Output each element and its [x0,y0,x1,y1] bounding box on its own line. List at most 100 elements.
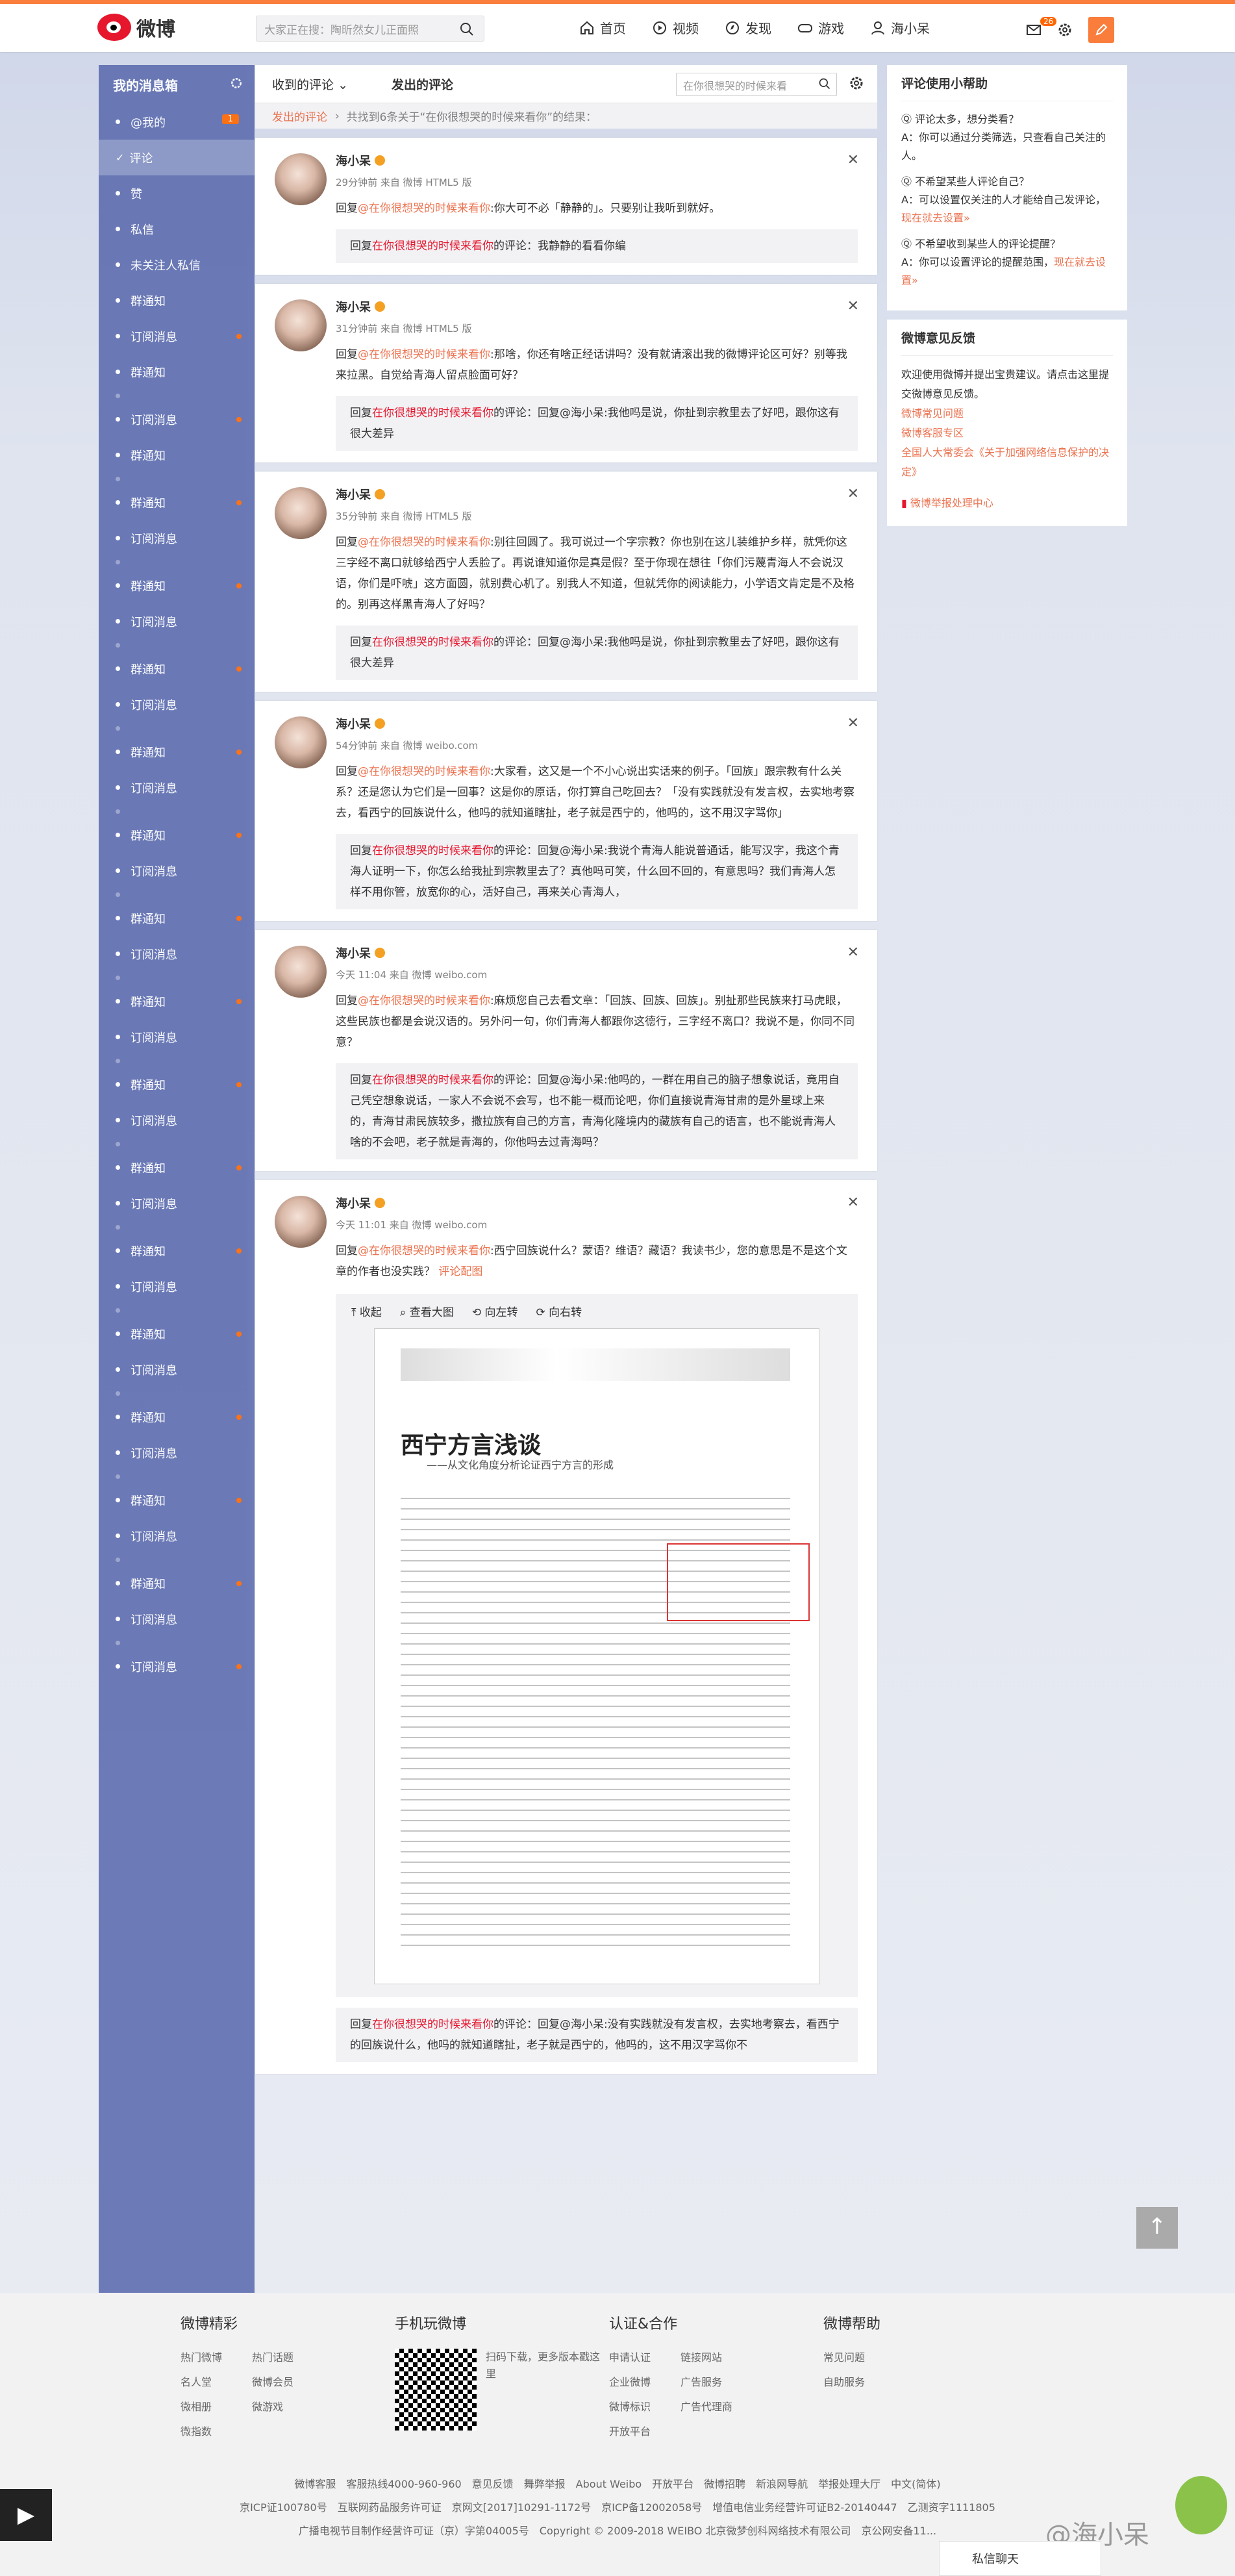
image-tool-3[interactable]: ⟳ 向右转 [536,1303,582,1319]
sidebar-item[interactable]: 群通知 [99,568,255,603]
sidebar-item[interactable]: 私信 [99,211,255,247]
chat-button[interactable]: 私信聊天 [939,2541,1101,2576]
sidebar-item[interactable]: 群通知 [99,1399,255,1435]
sidebar-item[interactable]: 未关注人私信 [99,247,255,283]
footer-link[interactable]: 企业微博 [609,2373,680,2389]
sidebar-item[interactable]: 订阅消息 [99,1019,255,1055]
quote-user-link[interactable]: 在你很想哭的时候来看你 [372,2018,493,2031]
user-name[interactable]: 海小呆 [336,1194,858,1211]
sidebar-item[interactable]: 订阅消息 [99,853,255,889]
user-name[interactable]: 海小呆 [336,298,858,315]
avatar[interactable] [275,487,327,539]
footer-link[interactable]: 开放平台 [609,2423,680,2438]
avatar[interactable] [275,1196,327,1248]
sidebar-item[interactable]: 评论 [99,140,255,175]
mention-link[interactable]: @在你很想哭的时候来看你 [358,348,490,361]
sidebar-item[interactable]: 群通知 [99,1150,255,1185]
sidebar-item[interactable]: 订阅消息 [99,1102,255,1138]
sidebar-item[interactable]: 群通知 [99,283,255,318]
sidebar-item[interactable]: 订阅消息 [99,1352,255,1387]
compose-button[interactable] [1088,17,1114,43]
sidebar-gear-icon[interactable] [230,77,243,90]
quote-user-link[interactable]: 在你很想哭的时候来看你 [372,240,493,253]
gear-icon[interactable] [1057,22,1073,38]
image-tool-0[interactable]: ⤒ 收起 [351,1303,382,1319]
sidebar-item[interactable]: 群通知 [99,983,255,1019]
sidebar-item[interactable]: 群通知 [99,1067,255,1102]
nav-home[interactable]: 首页 [579,18,626,37]
footer-link[interactable]: 微博会员 [252,2373,323,2389]
search-icon[interactable] [459,21,475,37]
close-icon[interactable]: ✕ [847,715,859,731]
avatar[interactable] [275,946,327,998]
sidebar-item[interactable]: 订阅消息 [99,1518,255,1554]
sidebar-item[interactable]: 群通知 [99,1482,255,1518]
sidebar-item[interactable]: @我的 1 [99,104,255,140]
nav-discover[interactable]: 发现 [725,18,771,37]
footer-link[interactable]: 名人堂 [181,2373,252,2389]
footer-link[interactable]: 链接网站 [680,2349,752,2364]
sidebar-item[interactable]: 订阅消息 [99,1185,255,1221]
close-icon[interactable]: ✕ [847,152,859,168]
sidebar-item[interactable]: 群通知 [99,1316,255,1352]
sidebar-item[interactable]: 群通知 [99,437,255,473]
footer-link[interactable]: 热门微博 [181,2349,252,2364]
user-name[interactable]: 海小呆 [336,715,858,732]
user-name[interactable]: 海小呆 [336,944,858,961]
settings-gear-icon[interactable] [849,75,864,91]
user-name[interactable]: 海小呆 [336,152,858,169]
tab-received[interactable]: 收到的评论 ⌄ [255,75,392,93]
settings-link[interactable]: 现在就去设置» [901,212,970,224]
global-search-input[interactable]: 大家正在搜：陶昕然女儿正面照 [256,16,484,42]
footer-link[interactable]: 微游戏 [252,2398,323,2414]
sidebar-item[interactable]: 群通知 [99,817,255,853]
sidebar-item[interactable]: 订阅消息 [99,603,255,639]
search-icon[interactable] [818,77,831,90]
messages-button[interactable]: 26 [1026,17,1057,38]
footer-link[interactable]: 微博标识 [609,2398,680,2414]
footer-link[interactable]: 广告服务 [680,2373,752,2389]
weibo-logo[interactable]: 微博 [97,13,175,42]
nav-games[interactable]: 游戏 [797,18,844,37]
footer-link[interactable]: 常见问题 [823,2349,895,2364]
footer-link[interactable]: 申请认证 [609,2349,680,2364]
sidebar-item[interactable]: 群通知 [99,734,255,770]
sidebar-item[interactable]: 订阅消息 [99,936,255,972]
avatar[interactable] [275,299,327,351]
mention-link[interactable]: @在你很想哭的时候来看你 [358,1244,490,1257]
sidebar-item[interactable]: 订阅消息 [99,687,255,722]
sidebar-item[interactable]: 群通知 [99,651,255,687]
sidebar-item[interactable]: 订阅消息 [99,1435,255,1471]
mention-link[interactable]: @在你很想哭的时候来看你 [358,994,490,1007]
comment-image-link[interactable]: 评论配图 [435,1265,482,1278]
regulation-link[interactable]: 全国人大常委会《关于加强网络信息保护的决定》 [901,443,1113,482]
scanned-article-image[interactable]: 西宁方言浅谈 ——从文化角度分析论证西宁方言的形成 [374,1328,819,1984]
sidebar-item[interactable]: 订阅消息 [99,401,255,437]
mention-link[interactable]: @在你很想哭的时候来看你 [358,202,490,215]
faq-link[interactable]: 微博常见问题 [901,404,1113,423]
mention-link[interactable]: @在你很想哭的时候来看你 [358,536,490,549]
avatar[interactable] [275,153,327,205]
sidebar-item[interactable]: 订阅消息 [99,1269,255,1304]
quote-user-link[interactable]: 在你很想哭的时候来看你 [372,1074,493,1087]
sidebar-item[interactable]: 群通知 [99,354,255,390]
nav-video[interactable]: 视频 [652,18,699,37]
nav-profile[interactable]: 海小呆 [870,18,930,37]
footer-link[interactable]: 微相册 [181,2398,252,2414]
image-tool-1[interactable]: ⌕ 查看大图 [400,1303,454,1319]
close-icon[interactable]: ✕ [847,486,859,502]
sidebar-item[interactable]: 订阅消息 [99,770,255,805]
image-tool-2[interactable]: ⟲ 向左转 [472,1303,518,1319]
footer-link[interactable]: 广告代理商 [680,2398,752,2414]
service-link[interactable]: 微博客服专区 [901,423,1113,443]
sidebar-item[interactable]: 赞 [99,175,255,211]
quote-user-link[interactable]: 在你很想哭的时候来看你 [372,844,493,857]
sidebar-item[interactable]: 订阅消息 [99,1648,255,1684]
sidebar-item[interactable]: 群通知 [99,900,255,936]
footer-link[interactable]: 微指数 [181,2423,252,2438]
mention-link[interactable]: @在你很想哭的时候来看你 [358,765,490,778]
close-icon[interactable]: ✕ [847,1194,859,1211]
sidebar-item[interactable]: 订阅消息 [99,520,255,556]
avatar[interactable] [275,716,327,768]
quote-user-link[interactable]: 在你很想哭的时候来看你 [372,636,493,649]
